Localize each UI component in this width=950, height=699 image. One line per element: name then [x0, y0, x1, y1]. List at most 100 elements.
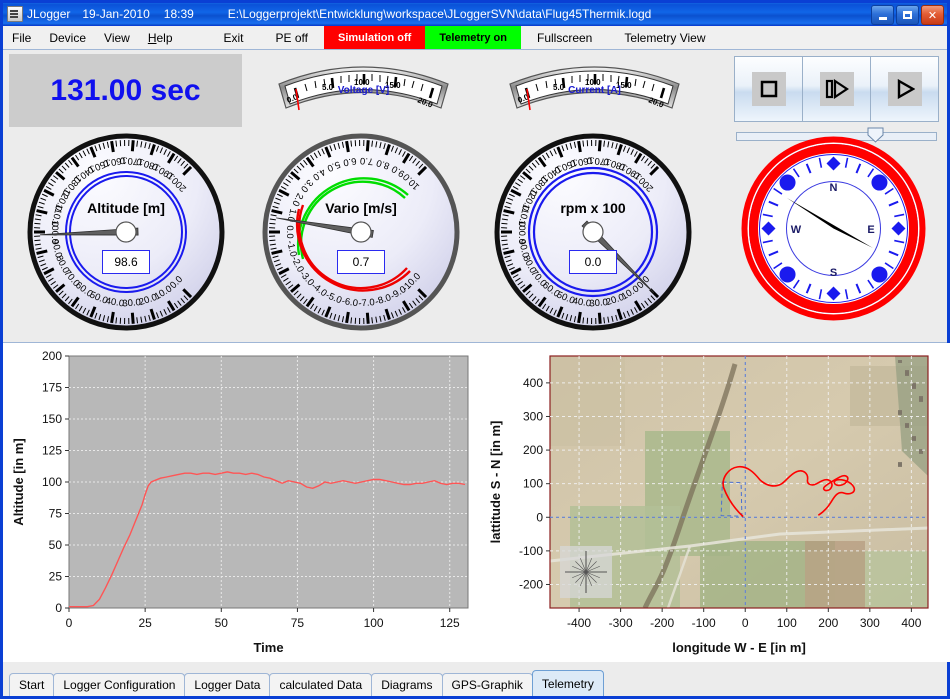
svg-text:30.0: 30.0 — [589, 297, 608, 309]
svg-text:30.0: 30.0 — [122, 297, 141, 309]
exit-button[interactable]: Exit — [208, 26, 260, 49]
play-button[interactable] — [871, 56, 939, 122]
tab-gps-graphik[interactable]: GPS-Graphik — [441, 673, 533, 696]
altitude-chart-svg: 0 25 50 75 100 125 150 175 200 0 25 50 75 100 125 Time A… — [3, 343, 478, 662]
current-meter: 0.0 5.0 10.0 15.0 20.0 Current [A] — [502, 58, 687, 115]
elapsed-time-display: 131.00 sec — [9, 54, 242, 127]
svg-text:Time: Time — [253, 640, 283, 655]
svg-text:longitude W - E [in m]: longitude W - E [in m] — [672, 640, 806, 655]
compass-face: N E S W — [741, 136, 926, 321]
app-icon — [7, 6, 23, 22]
svg-text:50: 50 — [215, 616, 229, 630]
rpm-dial-value: 0.0 — [569, 250, 617, 274]
vario-dial-face: -10.0-9.0-8.0-7.0-6.0-5.0-4.0-3.0-2.0-1.… — [262, 133, 460, 331]
svg-text:100: 100 — [364, 616, 384, 630]
altitude-chart: 0 25 50 75 100 125 150 175 200 0 25 50 75 100 125 Time A… — [3, 343, 478, 662]
altitude-dial: 0.0 10.0 20.0 30.0 40.0 50.0 60.0 70.0 80.0 90.0 1… — [26, 132, 226, 332]
tab-bar: Start Logger Configuration Logger Data c… — [3, 662, 947, 696]
svg-text:300: 300 — [523, 409, 543, 423]
svg-text:75: 75 — [291, 616, 305, 630]
svg-text:100: 100 — [777, 616, 797, 630]
svg-text:-100: -100 — [519, 544, 543, 558]
svg-text:125: 125 — [440, 616, 460, 630]
svg-text:200: 200 — [42, 349, 62, 363]
stop-icon — [751, 72, 786, 106]
svg-text:175: 175 — [42, 381, 62, 395]
fullscreen-button[interactable]: Fullscreen — [521, 26, 608, 49]
svg-text:E: E — [867, 224, 874, 236]
svg-text:lattitude S - N [in m]: lattitude S - N [in m] — [488, 421, 503, 544]
tab-logger-configuration[interactable]: Logger Configuration — [53, 673, 186, 696]
altitude-dial-face: 0.010.020.030.040.050.060.070.080.090.01… — [27, 133, 225, 331]
menu-bar: File Device View Help Exit PE off Simula… — [3, 26, 947, 50]
application-window: JLogger 19-Jan-2010 18:39 E:\Loggerproje… — [0, 0, 950, 699]
telemetry-view-button[interactable]: Telemetry View — [608, 26, 721, 49]
svg-text:7.0: 7.0 — [360, 155, 374, 167]
vario-dial-title: Vario [m/s] — [325, 200, 397, 216]
svg-text:75: 75 — [49, 507, 63, 521]
svg-text:25: 25 — [138, 616, 152, 630]
tab-logger-data[interactable]: Logger Data — [184, 673, 271, 696]
svg-text:100: 100 — [523, 477, 543, 491]
elapsed-time-value: 131.00 sec — [50, 73, 201, 107]
svg-text:-7.0: -7.0 — [358, 297, 375, 309]
tab-start[interactable]: Start — [9, 673, 55, 696]
window-buttons: ✕ — [871, 5, 944, 25]
svg-text:300: 300 — [860, 616, 880, 630]
minimize-button[interactable] — [871, 5, 894, 25]
gps-chart-svg: -200 -100 0 100 200 300 400 -400 -300 -200 -100 0 10… — [478, 343, 950, 662]
svg-text:W: W — [791, 224, 802, 236]
altitude-dial-value: 98.6 — [102, 250, 150, 274]
svg-text:-100: -100 — [692, 616, 716, 630]
menu-file[interactable]: File — [3, 26, 40, 49]
minimize-icon — [878, 16, 887, 20]
menu-separator — [182, 26, 208, 49]
compass-dial: N E S W — [741, 136, 926, 321]
tab-calculated-data[interactable]: calculated Data — [269, 673, 373, 696]
vario-dial: -10.0 -9.0 -8.0 -7.0 -6.0 -5.0 -4.0 -3.0 -2.0 -1.… — [261, 132, 461, 332]
svg-text:6.0: 6.0 — [342, 155, 357, 168]
close-button[interactable]: ✕ — [921, 5, 944, 25]
simulation-toggle-button[interactable]: Simulation off — [324, 26, 426, 49]
tab-diagrams[interactable]: Diagrams — [371, 673, 443, 696]
maximize-button[interactable] — [896, 5, 919, 25]
svg-text:0: 0 — [536, 510, 543, 524]
svg-text:N: N — [830, 182, 838, 194]
svg-text:-200: -200 — [519, 577, 543, 591]
telemetry-toggle-button[interactable]: Telemetry on — [425, 26, 521, 49]
title-time: 18:39 — [163, 7, 194, 21]
playback-button-row — [734, 56, 939, 122]
title-date: 19-Jan-2010 — [82, 7, 150, 21]
svg-text:0: 0 — [742, 616, 749, 630]
menu-device[interactable]: Device — [40, 26, 95, 49]
current-label-text: Current [A] — [568, 85, 621, 96]
svg-text:-300: -300 — [609, 616, 633, 630]
vario-dial-value: 0.7 — [337, 250, 385, 274]
rpm-dial: 0.010.020.030.040.050.060.070.080.090.01… — [493, 132, 693, 332]
menu-help[interactable]: Help — [139, 26, 182, 49]
play-icon — [887, 72, 922, 106]
altitude-dial-title: Altitude [m] — [87, 200, 165, 216]
current-meter-label: Current [A] — [502, 85, 687, 96]
gps-chart: -200 -100 0 100 200 300 400 -400 -300 -200 -100 0 10… — [478, 343, 950, 662]
close-icon: ✕ — [927, 9, 938, 22]
svg-text:200: 200 — [818, 616, 838, 630]
pause-play-icon — [819, 72, 854, 106]
svg-text:50: 50 — [49, 538, 63, 552]
svg-text:125: 125 — [42, 444, 62, 458]
title-bar: JLogger 19-Jan-2010 18:39 E:\Loggerproje… — [3, 3, 947, 26]
stop-button[interactable] — [734, 56, 803, 122]
svg-text:100: 100 — [42, 475, 62, 489]
svg-text:400: 400 — [523, 376, 543, 390]
svg-text:0: 0 — [66, 616, 73, 630]
svg-text:0: 0 — [55, 601, 62, 615]
pe-toggle-button[interactable]: PE off — [260, 26, 324, 49]
title-file-path: E:\Loggerprojekt\Entwicklung\workspace\J… — [227, 7, 652, 21]
rpm-dial-face: 0.010.020.030.040.050.060.070.080.090.01… — [494, 133, 692, 331]
menu-view[interactable]: View — [95, 26, 139, 49]
pause-step-button[interactable] — [803, 56, 871, 122]
svg-text:400: 400 — [901, 616, 921, 630]
charts-area: 0 25 50 75 100 125 150 175 200 0 25 50 75 100 125 Time A… — [3, 343, 950, 662]
tab-telemetry[interactable]: Telemetry — [531, 670, 604, 696]
app-title: JLogger — [27, 7, 71, 21]
